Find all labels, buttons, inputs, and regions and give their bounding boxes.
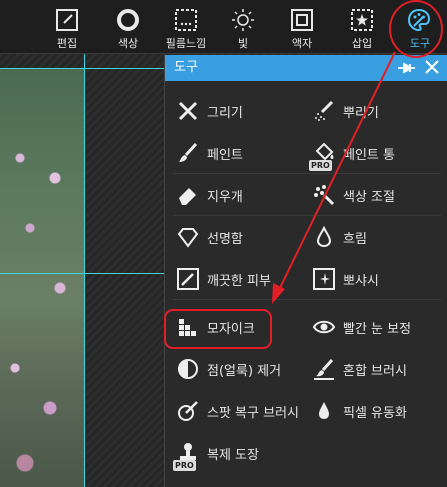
pointer-arrow bbox=[272, 51, 396, 304]
